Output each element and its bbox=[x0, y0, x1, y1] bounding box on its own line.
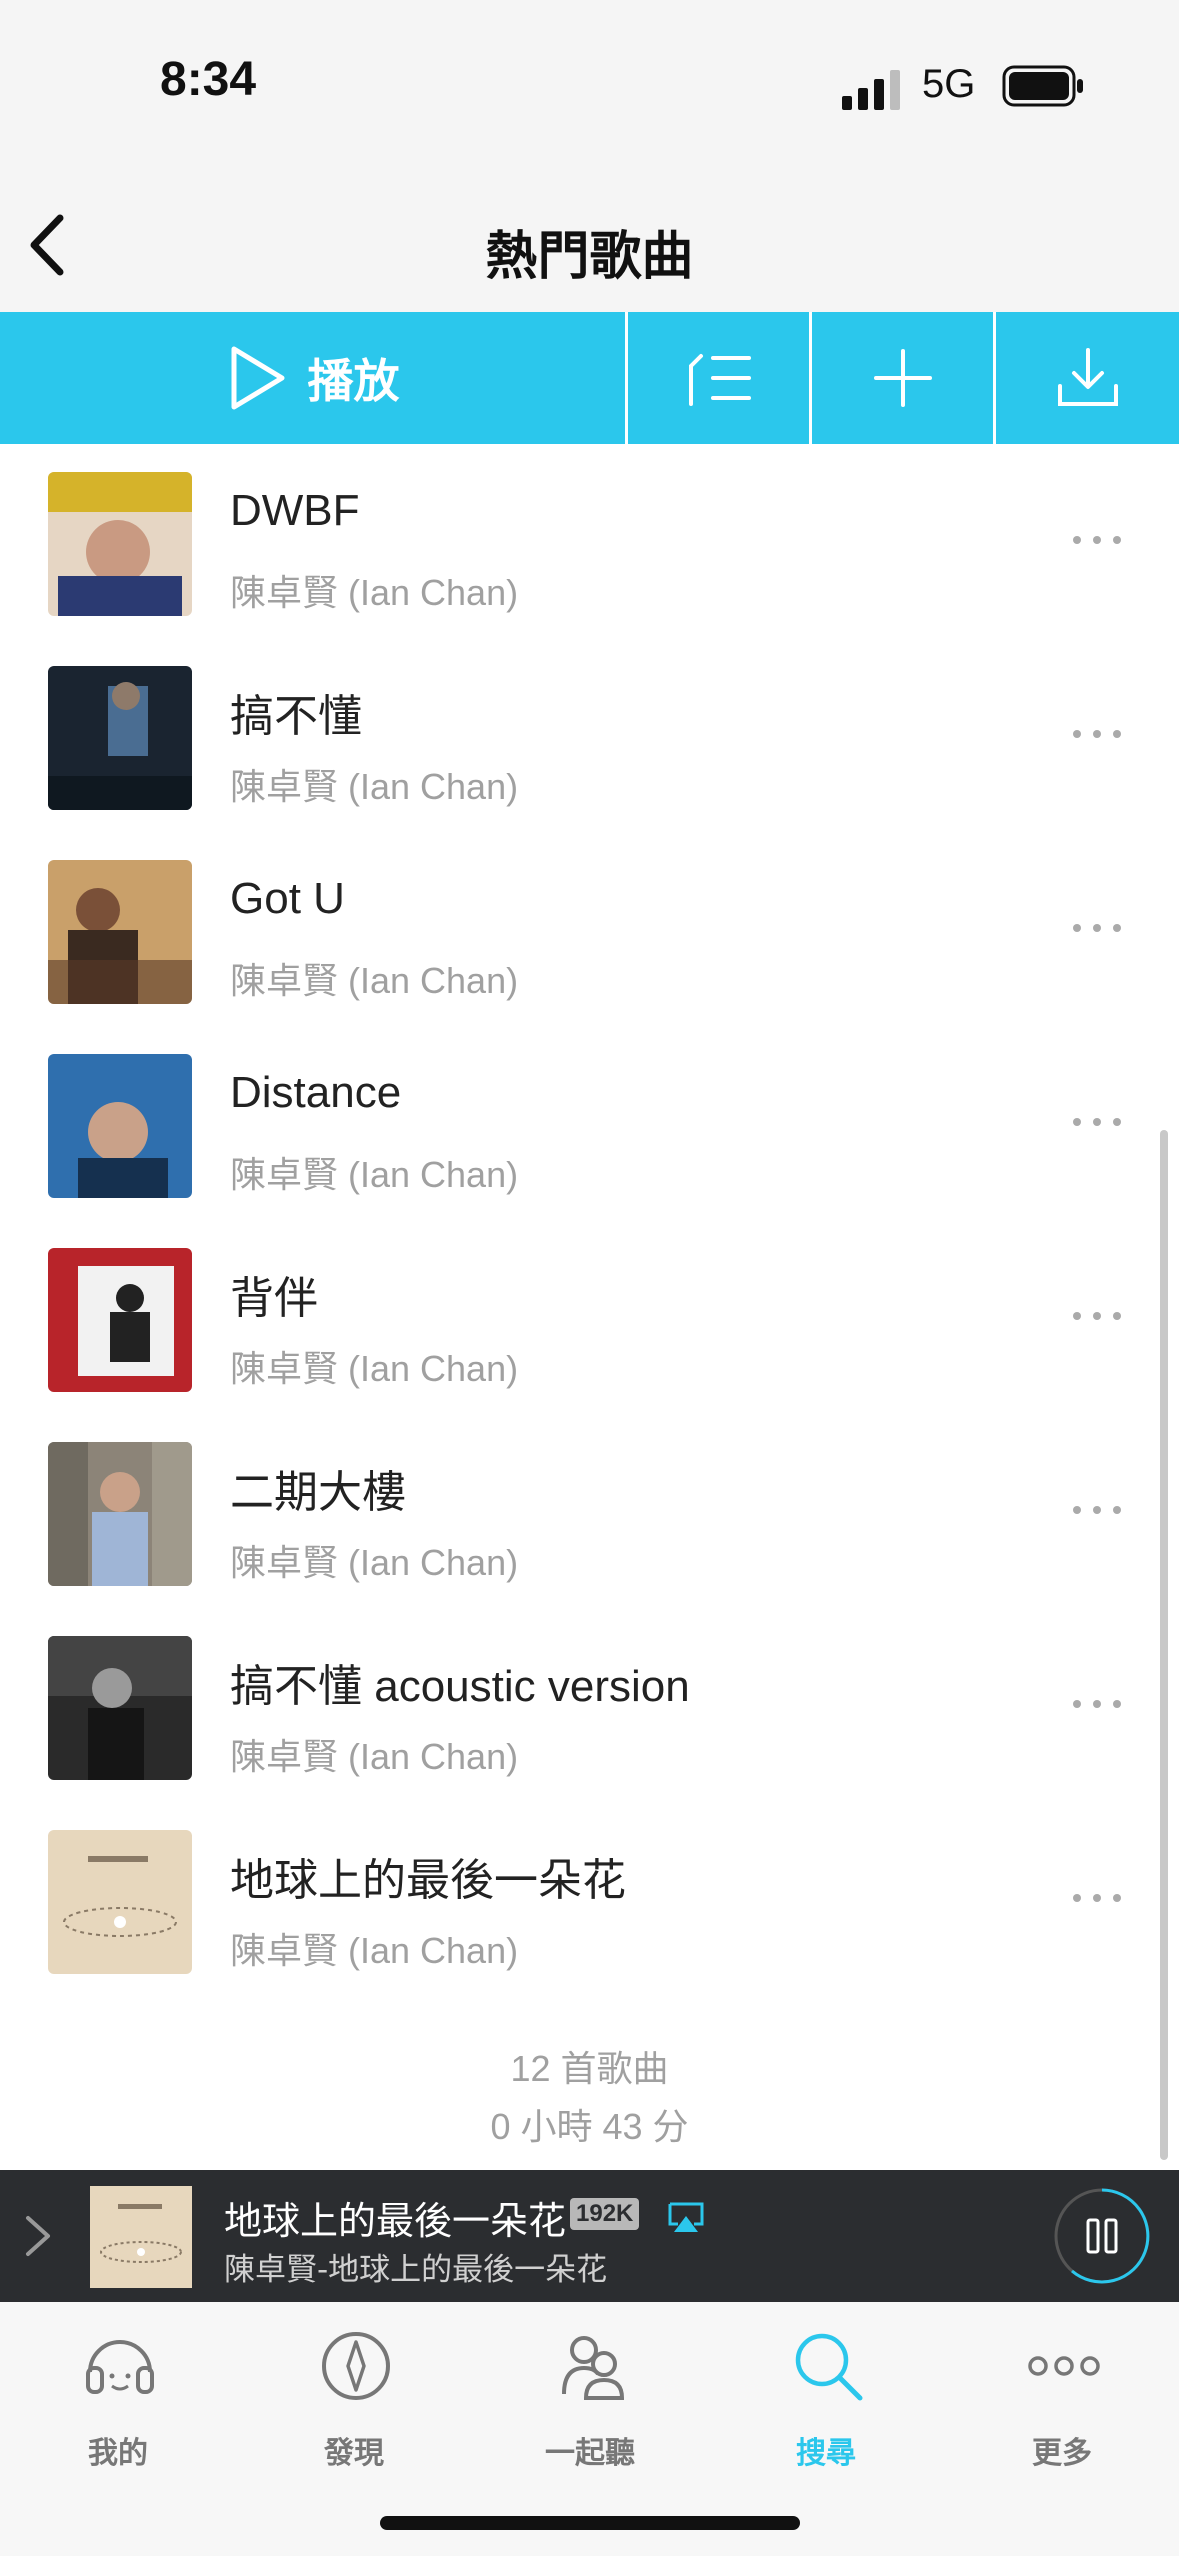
more-options-icon[interactable] bbox=[1069, 1888, 1125, 1908]
more-options-icon[interactable] bbox=[1069, 1112, 1125, 1132]
mini-player[interactable]: 地球上的最後一朵花 192K 陳卓賢-地球上的最後一朵花 bbox=[0, 2170, 1179, 2302]
more-options-icon[interactable] bbox=[1069, 1306, 1125, 1326]
search-icon bbox=[795, 2333, 863, 2401]
album-cover bbox=[48, 472, 192, 616]
song-title: 二期大樓 bbox=[230, 1468, 406, 1517]
list-summary: 12 首歌曲 0 小時 43 分 bbox=[0, 2040, 1179, 2156]
more-options-icon[interactable] bbox=[1069, 724, 1125, 744]
song-title: DWBF bbox=[230, 486, 360, 535]
album-cover bbox=[48, 860, 192, 1004]
song-list: DWBF 陳卓賢 (Ian Chan) 搞不懂 陳卓賢 (Ian Chan) G… bbox=[0, 446, 1179, 1998]
album-cover bbox=[48, 1636, 192, 1780]
more-options-icon[interactable] bbox=[1069, 530, 1125, 550]
album-cover bbox=[48, 666, 192, 810]
song-row[interactable]: 二期大樓 陳卓賢 (Ian Chan) bbox=[0, 1416, 1179, 1610]
download-button[interactable] bbox=[996, 312, 1179, 444]
quality-badge: 192K bbox=[570, 2198, 640, 2230]
status-time: 8:34 bbox=[160, 53, 257, 106]
airplay-icon[interactable] bbox=[666, 2200, 706, 2234]
signal-icon bbox=[842, 70, 900, 110]
song-artist: 陳卓賢 (Ian Chan) bbox=[230, 960, 519, 1001]
play-icon bbox=[231, 346, 284, 410]
play-all-label: 播放 bbox=[307, 354, 400, 408]
tab-more[interactable]: 更多 bbox=[962, 2328, 1162, 2478]
song-row[interactable]: 搞不懂 陳卓賢 (Ian Chan) bbox=[0, 640, 1179, 834]
more-options-icon[interactable] bbox=[1069, 918, 1125, 938]
headphones-icon bbox=[86, 2340, 154, 2394]
song-row[interactable]: Got U 陳卓賢 (Ian Chan) bbox=[0, 834, 1179, 1028]
tab-listen-together[interactable]: 一起聽 bbox=[490, 2328, 690, 2478]
tab-discover[interactable]: 發現 bbox=[254, 2328, 454, 2478]
now-playing-subtitle: 陳卓賢-地球上的最後一朵花 bbox=[224, 2252, 608, 2288]
download-icon bbox=[1057, 348, 1118, 406]
album-cover bbox=[48, 1248, 192, 1392]
chevron-right-icon[interactable] bbox=[18, 2212, 58, 2260]
song-title: 地球上的最後一朵花 bbox=[230, 1856, 626, 1905]
tab-label: 搜尋 bbox=[796, 2436, 856, 2471]
song-title: Distance bbox=[230, 1068, 402, 1117]
song-row[interactable]: 搞不懂 acoustic version 陳卓賢 (Ian Chan) bbox=[0, 1610, 1179, 1804]
now-playing-title: 地球上的最後一朵花 bbox=[224, 2199, 567, 2243]
play-all-button[interactable]: 播放 bbox=[0, 312, 628, 444]
song-title: 搞不懂 acoustic version bbox=[230, 1662, 690, 1711]
home-indicator[interactable] bbox=[380, 2516, 800, 2530]
compass-icon bbox=[322, 2332, 390, 2400]
song-count: 12 首歌曲 bbox=[510, 2048, 669, 2089]
action-bar: 播放 bbox=[0, 312, 1179, 444]
song-title: 搞不懂 bbox=[230, 692, 362, 741]
song-artist: 陳卓賢 (Ian Chan) bbox=[230, 1154, 519, 1195]
status-bar: 8:34 5G bbox=[0, 0, 1179, 170]
more-icon bbox=[1028, 2356, 1100, 2376]
more-options-icon[interactable] bbox=[1069, 1500, 1125, 1520]
song-artist: 陳卓賢 (Ian Chan) bbox=[230, 1736, 519, 1777]
list-edit-icon bbox=[688, 354, 751, 406]
pause-icon[interactable] bbox=[1052, 2186, 1152, 2286]
more-options-icon[interactable] bbox=[1069, 1694, 1125, 1714]
tab-label: 一起聽 bbox=[545, 2436, 635, 2471]
song-row[interactable]: 背伴 陳卓賢 (Ian Chan) bbox=[0, 1222, 1179, 1416]
song-title: Got U bbox=[230, 874, 345, 923]
song-row[interactable]: Distance 陳卓賢 (Ian Chan) bbox=[0, 1028, 1179, 1222]
page-title: 熱門歌曲 bbox=[485, 227, 694, 287]
album-cover bbox=[48, 1054, 192, 1198]
song-artist: 陳卓賢 (Ian Chan) bbox=[230, 1348, 519, 1389]
album-cover bbox=[48, 1442, 192, 1586]
tab-search[interactable]: 搜尋 bbox=[726, 2328, 926, 2478]
song-artist: 陳卓賢 (Ian Chan) bbox=[230, 766, 519, 807]
song-artist: 陳卓賢 (Ian Chan) bbox=[230, 572, 519, 613]
song-row[interactable]: 地球上的最後一朵花 陳卓賢 (Ian Chan) bbox=[0, 1804, 1179, 1998]
plus-icon bbox=[873, 349, 932, 407]
album-cover bbox=[48, 1830, 192, 1974]
tab-label: 我的 bbox=[88, 2436, 148, 2471]
add-button[interactable] bbox=[812, 312, 996, 444]
tab-label: 發現 bbox=[324, 2436, 384, 2471]
nav-bar: 熱門歌曲 bbox=[0, 170, 1179, 312]
manage-list-button[interactable] bbox=[628, 312, 812, 444]
song-title: 背伴 bbox=[230, 1274, 318, 1323]
song-artist: 陳卓賢 (Ian Chan) bbox=[230, 1930, 519, 1971]
tab-mine[interactable]: 我的 bbox=[18, 2328, 218, 2478]
scrollbar[interactable] bbox=[1160, 1130, 1168, 2160]
total-duration: 0 小時 43 分 bbox=[490, 2106, 689, 2147]
now-playing-cover bbox=[90, 2186, 192, 2288]
battery-icon bbox=[1002, 65, 1083, 107]
network-label: 5G bbox=[922, 62, 976, 106]
song-artist: 陳卓賢 (Ian Chan) bbox=[230, 1542, 519, 1583]
tab-label: 更多 bbox=[1032, 2436, 1092, 2471]
song-row[interactable]: DWBF 陳卓賢 (Ian Chan) bbox=[0, 446, 1179, 640]
people-icon bbox=[562, 2336, 625, 2400]
